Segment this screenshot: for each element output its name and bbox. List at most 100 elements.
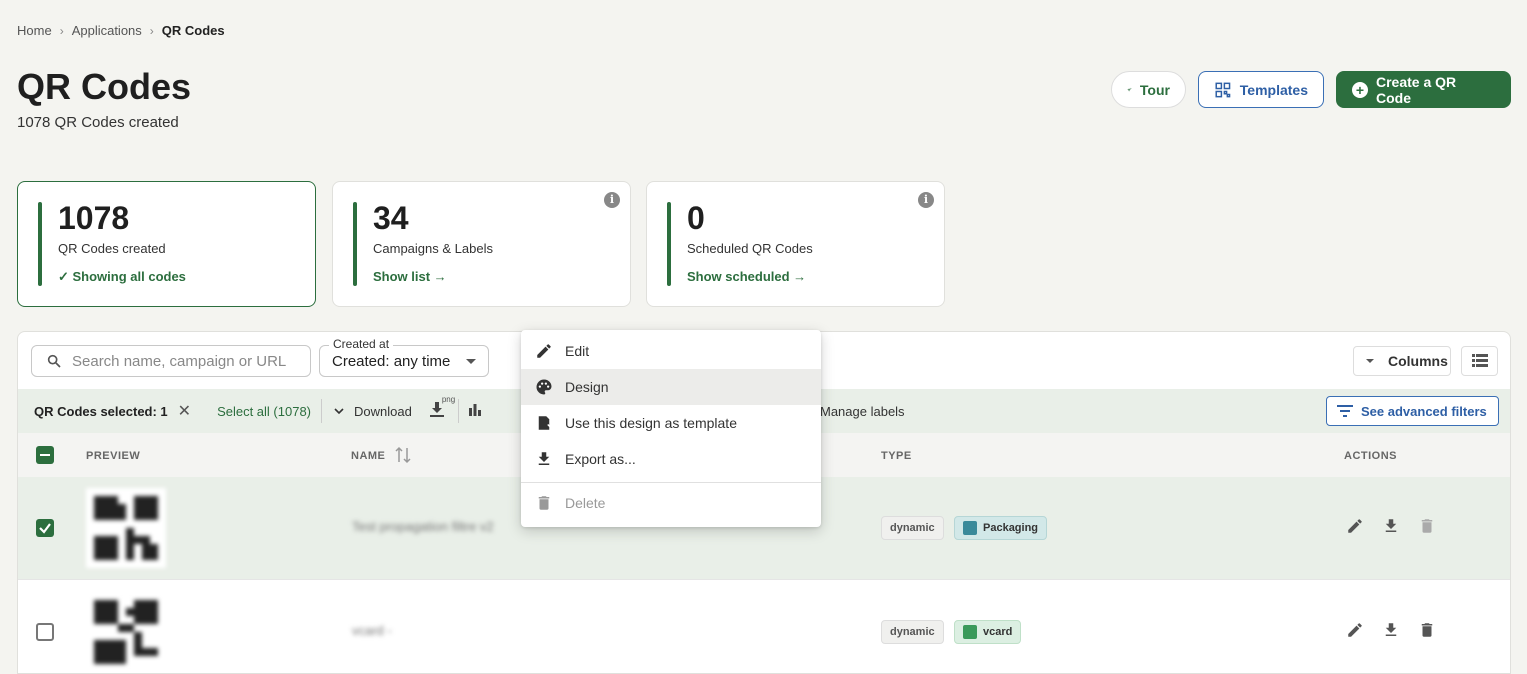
qr-name[interactable]: vcard - bbox=[352, 623, 392, 638]
palette-icon bbox=[536, 379, 552, 395]
selected-count: QR Codes selected: 1 bbox=[34, 403, 168, 419]
advanced-filters-label: See advanced filters bbox=[1361, 403, 1487, 419]
caret-down-icon bbox=[466, 358, 476, 364]
menu-item-edit[interactable]: Edit bbox=[521, 333, 821, 369]
info-icon[interactable]: i bbox=[604, 192, 620, 208]
stat-card-scheduled[interactable]: i 0 Scheduled QR Codes Show scheduled → bbox=[646, 181, 945, 307]
packaging-icon bbox=[963, 521, 977, 535]
list-icon bbox=[1471, 354, 1488, 367]
row-context-menu: Edit Design Use this design as template … bbox=[521, 330, 821, 527]
mode-badge: dynamic bbox=[881, 516, 944, 540]
chevron-right-icon: › bbox=[59, 23, 64, 38]
plus-circle-icon: + bbox=[1352, 81, 1368, 98]
sort-icon[interactable] bbox=[395, 446, 411, 464]
columns-label: Columns bbox=[1388, 353, 1448, 369]
type-label: vcard bbox=[983, 626, 1013, 638]
chevron-right-icon: › bbox=[149, 23, 154, 38]
menu-item-design[interactable]: Design bbox=[521, 369, 821, 405]
select-all-link[interactable]: Select all (1078) bbox=[217, 404, 311, 419]
filter-icon bbox=[1337, 405, 1353, 417]
create-label: Create a QR Code bbox=[1376, 73, 1457, 106]
advanced-filters-button[interactable]: See advanced filters bbox=[1326, 396, 1499, 426]
stat-number: 34 bbox=[373, 200, 409, 236]
created-at-select[interactable]: Created at Created: any time bbox=[319, 337, 489, 377]
tour-button[interactable]: Tour bbox=[1111, 71, 1186, 108]
mode-badge: dynamic bbox=[881, 620, 944, 644]
menu-item-use-as-template[interactable]: Use this design as template bbox=[521, 405, 821, 441]
download-icon bbox=[429, 401, 444, 417]
type-badge: Packaging bbox=[954, 516, 1048, 540]
stat-link[interactable]: Show scheduled → bbox=[687, 269, 806, 284]
card-accent-bar bbox=[353, 202, 357, 286]
list-view-button[interactable] bbox=[1461, 346, 1498, 376]
stats-icon[interactable] bbox=[468, 403, 481, 419]
download-png-button[interactable]: png bbox=[429, 395, 455, 421]
row-actions bbox=[1346, 517, 1436, 535]
stat-label: Campaigns & Labels bbox=[373, 241, 493, 256]
header-actions: ACTIONS bbox=[1344, 450, 1397, 462]
stat-link[interactable]: Show list → bbox=[373, 269, 447, 284]
qr-preview-image bbox=[86, 592, 166, 672]
search-placeholder: Search name, campaign or URL bbox=[72, 352, 287, 370]
stat-link[interactable]: ✓ Showing all codes bbox=[58, 269, 186, 285]
menu-item-label: Edit bbox=[565, 343, 590, 359]
breadcrumb: Home › Applications › QR Codes bbox=[17, 23, 225, 38]
header-type: TYPE bbox=[881, 450, 912, 462]
qr-preview-image bbox=[86, 488, 166, 568]
tour-label: Tour bbox=[1139, 81, 1170, 98]
select-all-checkbox[interactable] bbox=[36, 446, 54, 464]
date-legend: Created at bbox=[329, 337, 394, 351]
menu-item-delete[interactable]: Delete bbox=[521, 485, 821, 521]
breadcrumb-home[interactable]: Home bbox=[17, 23, 52, 38]
table-row[interactable]: vcard - dynamic vcard bbox=[18, 581, 1510, 673]
search-icon bbox=[47, 354, 61, 368]
header-name[interactable]: NAME bbox=[351, 450, 385, 462]
menu-divider bbox=[521, 482, 821, 483]
card-accent-bar bbox=[38, 202, 42, 286]
download-menu-button[interactable]: Download bbox=[334, 404, 412, 419]
qr-name[interactable]: Test propagation filtre v2 bbox=[352, 519, 494, 534]
row-checkbox[interactable] bbox=[36, 623, 54, 641]
download-icon[interactable] bbox=[1382, 517, 1400, 535]
stat-card-campaigns[interactable]: i 34 Campaigns & Labels Show list → bbox=[332, 181, 631, 307]
png-label: png bbox=[441, 394, 456, 404]
date-value: Created: any time bbox=[332, 352, 451, 370]
stat-card-total[interactable]: 1078 QR Codes created ✓ Showing all code… bbox=[17, 181, 316, 307]
download-icon[interactable] bbox=[1382, 621, 1400, 639]
manage-labels-button[interactable]: Manage labels bbox=[820, 404, 905, 419]
row-actions bbox=[1346, 621, 1436, 639]
menu-item-export[interactable]: Export as... bbox=[521, 441, 821, 477]
pencil-icon bbox=[537, 344, 551, 358]
type-badge: vcard bbox=[954, 620, 1022, 644]
page-title: QR Codes bbox=[17, 66, 192, 107]
trash-icon bbox=[538, 496, 550, 510]
qr-grid-icon bbox=[1215, 82, 1231, 97]
breadcrumb-applications[interactable]: Applications bbox=[72, 23, 142, 38]
type-label: Packaging bbox=[983, 522, 1039, 534]
header-preview: PREVIEW bbox=[86, 450, 141, 462]
search-input[interactable]: Search name, campaign or URL bbox=[31, 345, 311, 377]
edit-icon[interactable] bbox=[1346, 517, 1364, 535]
download-label: Download bbox=[354, 403, 412, 419]
columns-button[interactable]: Columns bbox=[1353, 346, 1451, 376]
trash-icon[interactable] bbox=[1418, 621, 1436, 639]
template-icon bbox=[538, 416, 553, 430]
edit-icon[interactable] bbox=[1346, 621, 1364, 639]
menu-item-label: Use this design as template bbox=[565, 415, 737, 431]
templates-button[interactable]: Templates bbox=[1198, 71, 1324, 108]
trash-icon[interactable] bbox=[1418, 517, 1436, 535]
clear-selection-icon[interactable]: ✕ bbox=[178, 401, 191, 421]
row-checkbox[interactable] bbox=[36, 519, 54, 537]
menu-item-label: Design bbox=[565, 379, 609, 395]
stat-number: 1078 bbox=[58, 200, 130, 236]
info-icon[interactable]: i bbox=[918, 192, 934, 208]
create-qr-button[interactable]: + Create a QR Code bbox=[1336, 71, 1511, 108]
menu-item-label: Delete bbox=[565, 495, 606, 511]
templates-label: Templates bbox=[1239, 81, 1308, 98]
divider bbox=[321, 399, 323, 423]
download-icon bbox=[538, 452, 550, 465]
chevron-down-icon bbox=[334, 408, 344, 415]
stat-number: 0 bbox=[687, 200, 705, 236]
caret-down-icon bbox=[1366, 359, 1374, 363]
menu-item-label: Export as... bbox=[565, 451, 636, 467]
